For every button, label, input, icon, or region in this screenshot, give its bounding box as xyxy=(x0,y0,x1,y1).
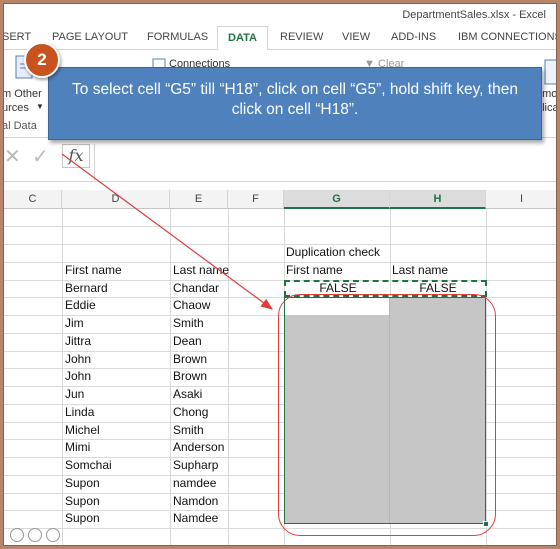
last-name-cell[interactable]: Chaow xyxy=(173,297,210,314)
last-name-cell[interactable]: Brown xyxy=(173,351,207,368)
footer-nav xyxy=(4,526,84,545)
tab-formulas[interactable]: FORMULAS xyxy=(147,31,208,43)
check-header-last-name: Last name xyxy=(392,263,449,277)
column-header-e[interactable]: E xyxy=(170,190,228,209)
last-name-cell[interactable]: namdee xyxy=(173,475,216,492)
instruction-callout: To select cell “G5” till “H18”, click on… xyxy=(48,67,542,140)
last-name-cell[interactable]: Namdon xyxy=(173,493,218,510)
confirm-entry-icon[interactable]: ✓ xyxy=(32,144,49,169)
first-name-cell[interactable]: Jim xyxy=(65,315,84,332)
first-name-cell[interactable]: John xyxy=(65,368,91,385)
last-name-cell[interactable]: Chandar xyxy=(173,280,219,297)
column-header-f[interactable]: F xyxy=(228,190,284,209)
last-name-cell[interactable]: Smith xyxy=(173,422,204,439)
tab-page-layout[interactable]: PAGE LAYOUT xyxy=(52,31,128,43)
excel-window: DepartmentSales.xlsx - Excel SERT PAGE L… xyxy=(3,3,557,546)
first-name-cell[interactable]: Michel xyxy=(65,422,100,439)
tab-review[interactable]: REVIEW xyxy=(280,31,323,43)
duplication-check-heading: Duplication check xyxy=(286,245,381,259)
formula-bar: ✕ ✓ fx xyxy=(4,138,556,182)
first-name-cell[interactable]: Supon xyxy=(65,510,100,527)
step-badge: 2 xyxy=(24,42,60,78)
first-name-cell[interactable]: Supon xyxy=(65,493,100,510)
ribbon-tabs: SERT PAGE LAYOUT FORMULAS DATA REVIEW VI… xyxy=(4,26,556,51)
check-header-first-name: First name xyxy=(286,263,343,277)
title-bar: DepartmentSales.xlsx - Excel xyxy=(4,4,556,26)
first-name-cell[interactable]: Jittra xyxy=(65,333,91,350)
remove-duplicates-icon xyxy=(544,59,556,85)
highlight-box xyxy=(278,294,496,536)
last-name-cell[interactable]: Namdee xyxy=(173,510,218,527)
last-name-cell[interactable]: Supharp xyxy=(173,457,218,474)
last-name-cell[interactable]: Asaki xyxy=(173,386,202,403)
first-name-cell[interactable]: Somchai xyxy=(65,457,112,474)
last-name-cell[interactable]: Brown xyxy=(173,368,207,385)
from-other-sources-label[interactable]: m Other xyxy=(4,88,42,100)
formula-input[interactable] xyxy=(94,144,556,180)
first-name-cell[interactable]: Mimi xyxy=(65,439,90,456)
first-name-cell[interactable]: Jun xyxy=(65,386,84,403)
column-header-c[interactable]: C xyxy=(4,190,62,209)
header-last-name: Last name xyxy=(173,263,230,277)
insert-function-button[interactable]: fx xyxy=(62,144,90,168)
column-header-g[interactable]: G xyxy=(284,190,390,209)
instruction-text: To select cell “G5” till “H18”, click on… xyxy=(72,81,518,118)
column-header-d[interactable]: D xyxy=(62,190,170,209)
last-name-cell[interactable]: Anderson xyxy=(173,439,224,456)
nav-next-icon[interactable] xyxy=(28,528,42,542)
first-name-cell[interactable]: Eddie xyxy=(65,297,96,314)
nav-previous-icon[interactable] xyxy=(10,528,24,542)
last-name-cell[interactable]: Smith xyxy=(173,315,204,332)
nav-more-icon[interactable] xyxy=(46,528,60,542)
tab-ibm-connections[interactable]: IBM CONNECTIONS xyxy=(458,31,556,43)
header-first-name: First name xyxy=(65,263,122,277)
tab-insert[interactable]: SERT xyxy=(4,31,31,43)
column-header-h[interactable]: H xyxy=(390,190,486,209)
dropdown-arrow-icon: ▼ xyxy=(36,102,44,111)
tab-add-ins[interactable]: ADD-INS xyxy=(391,31,436,43)
tab-data[interactable]: DATA xyxy=(217,26,268,51)
first-name-cell[interactable]: John xyxy=(65,351,91,368)
from-other-sources-label-2[interactable]: urces xyxy=(4,102,29,114)
cancel-entry-icon[interactable]: ✕ xyxy=(4,144,21,169)
first-name-cell[interactable]: Bernard xyxy=(65,280,108,297)
get-external-data-group-label: al Data xyxy=(3,120,37,132)
last-name-cell[interactable]: Chong xyxy=(173,404,208,421)
last-name-cell[interactable]: Dean xyxy=(173,333,202,350)
first-name-cell[interactable]: Linda xyxy=(65,404,94,421)
window-title: DepartmentSales.xlsx - Excel xyxy=(402,9,546,21)
tab-view[interactable]: VIEW xyxy=(342,31,370,43)
column-header-i[interactable]: I xyxy=(486,190,556,209)
first-name-cell[interactable]: Supon xyxy=(65,475,100,492)
